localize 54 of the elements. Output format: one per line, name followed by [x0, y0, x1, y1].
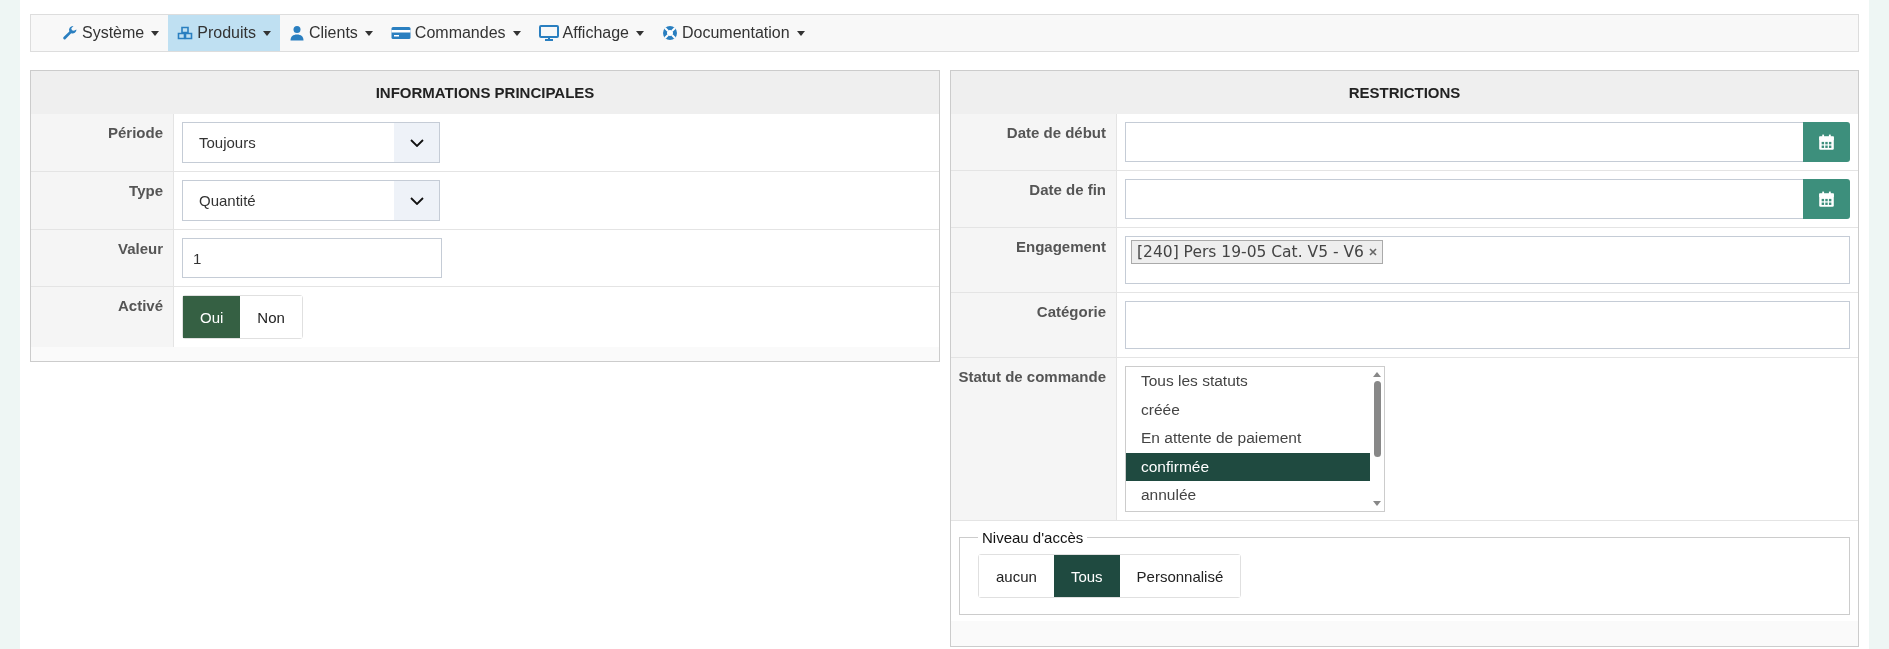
- caret-icon: [512, 30, 521, 36]
- tag-field[interactable]: [240] Pers 19-05 Cat. V5 - V6: [1125, 236, 1850, 284]
- field-label: Type: [129, 182, 163, 199]
- calendar-button[interactable]: [1803, 122, 1850, 162]
- field-label: Statut de commande: [958, 368, 1106, 385]
- calendar-icon: [1818, 190, 1835, 208]
- fieldset-legend: Niveau d'accès: [978, 529, 1088, 546]
- user-icon: [288, 25, 305, 41]
- calendar-button[interactable]: [1803, 179, 1850, 219]
- credit-card-icon: [390, 25, 411, 41]
- caret-icon: [262, 30, 271, 36]
- panel-title: INFORMATIONS PRINCIPALES: [31, 71, 939, 114]
- nav-menu-item[interactable]: Système: [53, 15, 169, 51]
- toggle-button[interactable]: Oui: [183, 296, 241, 338]
- list-option[interactable]: créée: [1126, 395, 1370, 425]
- nav-menu-item[interactable]: Clients: [279, 15, 382, 51]
- toggle-button[interactable]: Tous: [1053, 555, 1120, 597]
- input-field[interactable]: 1: [182, 238, 442, 278]
- monitor-icon: [538, 25, 559, 41]
- nav-menu-item[interactable]: Produits: [168, 15, 280, 51]
- calendar-icon: [1818, 133, 1835, 151]
- field-label: Catégorie: [1036, 303, 1106, 320]
- nav-menu-item[interactable]: Documentation: [653, 15, 814, 51]
- list-option[interactable]: annulée: [1126, 481, 1370, 510]
- nav-menu-item[interactable]: Affichage: [529, 15, 653, 51]
- chevron-down-icon: [409, 196, 424, 205]
- date-field[interactable]: [1125, 179, 1803, 219]
- scroll-down-icon[interactable]: [1373, 501, 1381, 506]
- field-label: Période: [107, 124, 163, 141]
- field-label: Date de début: [1006, 124, 1106, 141]
- tag-label: [240] Pers 19-05 Cat. V5 - V6: [1137, 243, 1364, 261]
- wrench-icon: [62, 25, 78, 41]
- field-label: Date de fin: [1029, 181, 1106, 198]
- nav-menu-item[interactable]: Commandes: [381, 15, 530, 51]
- field-label: Activé: [117, 297, 163, 314]
- scroll-up-icon[interactable]: [1373, 372, 1381, 377]
- field-label: Valeur: [117, 240, 163, 257]
- caret-icon: [796, 30, 805, 36]
- list-option[interactable]: confirmée: [1126, 452, 1370, 482]
- list-option[interactable]: Tous les statuts: [1126, 367, 1370, 396]
- select-field[interactable]: Toujours: [182, 122, 440, 163]
- input-field[interactable]: [1125, 301, 1850, 349]
- field-label: Engagement: [1016, 238, 1106, 255]
- cubes-icon: [177, 25, 194, 41]
- list-option[interactable]: En attente de paiement: [1126, 424, 1370, 453]
- caret-icon: [364, 30, 373, 36]
- caret-icon: [151, 30, 160, 36]
- date-field[interactable]: [1125, 122, 1803, 162]
- select-field[interactable]: Quantité: [182, 180, 440, 221]
- caret-icon: [636, 30, 644, 36]
- life-ring-icon: [662, 25, 678, 41]
- chevron-down-icon: [409, 138, 424, 147]
- panel-title: RESTRICTIONS: [951, 71, 1858, 114]
- remove-icon[interactable]: [1368, 248, 1377, 256]
